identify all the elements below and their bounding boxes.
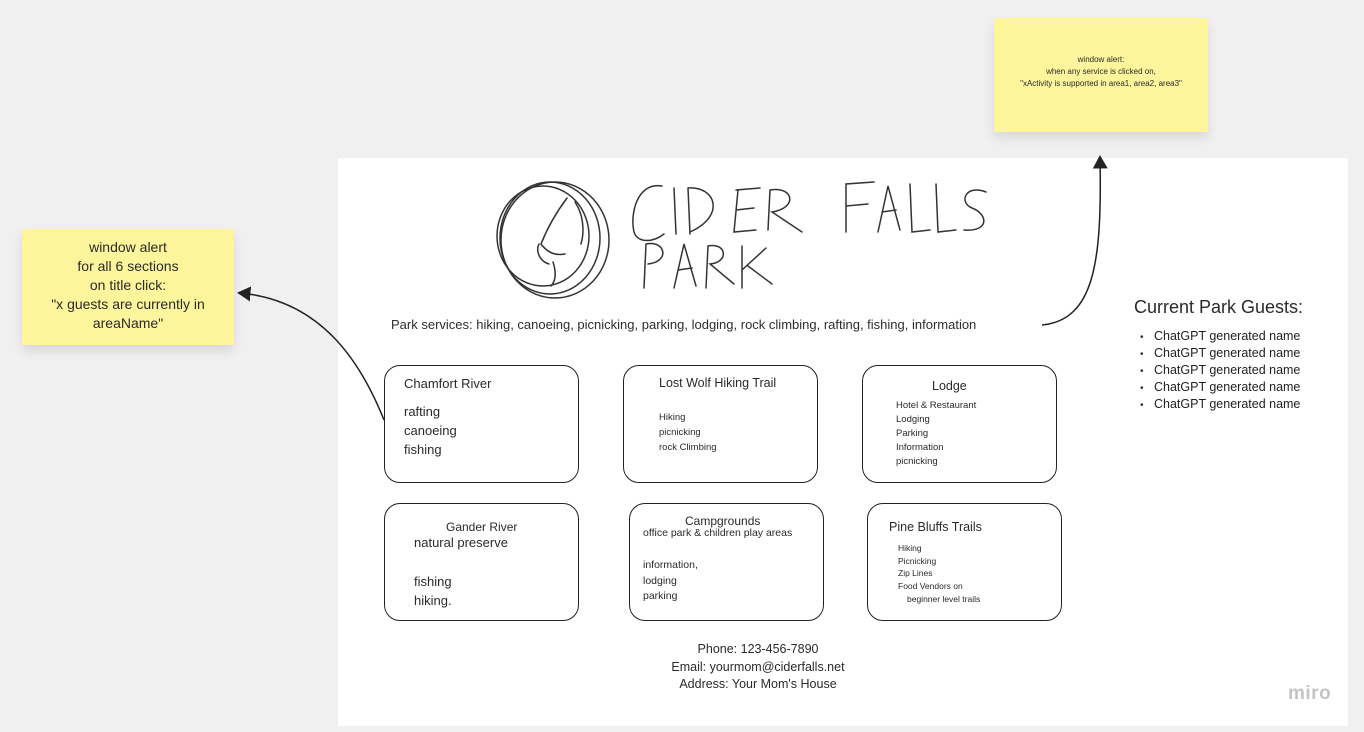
miro-watermark: miro	[1288, 683, 1332, 704]
guests-heading: Current Park Guests:	[1134, 297, 1304, 317]
guest-list: ChatGPT generated name ChatGPT generated…	[1140, 328, 1300, 413]
list-item: information,	[643, 559, 698, 571]
footer-phone: Phone: 123-456-7890	[697, 642, 819, 656]
section-activity-list: information, lodging parking	[643, 558, 698, 605]
list-item: picnicking	[659, 427, 701, 438]
section-subtitle: office park & children play areas	[643, 527, 793, 539]
list-item: picnicking	[896, 456, 938, 467]
list-item: fishing	[414, 574, 452, 589]
list-item: canoeing	[404, 423, 457, 438]
list-item: hiking.	[414, 593, 452, 608]
section-title[interactable]: Chamfort River	[404, 376, 491, 391]
section-subtitle: natural preserve	[414, 535, 508, 550]
section-card-gander-river[interactable]: Gander River natural preserve fishing hi…	[384, 503, 579, 621]
guest-list-item: ChatGPT generated name	[1140, 345, 1300, 362]
list-item: lodging	[643, 574, 677, 587]
section-activity-list: fishing hiking.	[414, 572, 452, 610]
sticky-note-text: window alert: when any service is clicke…	[1020, 55, 1182, 88]
footer-email: Email: yourmom@ciderfalls.net	[671, 660, 845, 674]
list-item: fishing	[404, 442, 442, 457]
section-title[interactable]: Lodge	[932, 379, 967, 393]
section-activity-list: Hotel & Restaurant Lodging Parking Infor…	[896, 399, 976, 469]
section-title[interactable]: Gander River	[446, 520, 517, 534]
section-card-pine-bluffs-trails[interactable]: Pine Bluffs Trails Hiking Picnicking Zip…	[867, 503, 1062, 621]
section-activity-list: Hiking Picnicking Zip Lines Food Vendors…	[898, 542, 980, 606]
section-title[interactable]: Campgrounds	[685, 514, 760, 528]
list-item: Hotel & Restaurant	[896, 400, 977, 411]
list-item: Lodging	[896, 414, 930, 425]
section-title[interactable]: Lost Wolf Hiking Trail	[659, 376, 776, 390]
list-item: rock Climbing	[659, 442, 717, 453]
guest-list-item: ChatGPT generated name	[1140, 396, 1300, 413]
list-item: Parking	[896, 428, 929, 439]
list-item: beginner level trails	[907, 593, 981, 604]
list-item: rafting	[404, 404, 441, 419]
guest-list-item: ChatGPT generated name	[1140, 379, 1300, 396]
section-activity-list: rafting canoeing fishing	[404, 402, 457, 459]
sticky-note-section-alert[interactable]: window alert for all 6 sections on title…	[22, 229, 234, 345]
park-services-line[interactable]: Park services: hiking, canoeing, picnick…	[391, 317, 976, 332]
section-card-lost-wolf-hiking-trail[interactable]: Lost Wolf Hiking Trail Hiking picnicking…	[623, 365, 818, 483]
list-item: Hiking	[659, 412, 686, 423]
section-card-campgrounds[interactable]: Campgrounds office park & children play …	[629, 503, 824, 621]
guest-list-item: ChatGPT generated name	[1140, 362, 1300, 379]
sticky-note-text: window alert for all 6 sections on title…	[51, 239, 205, 331]
section-activity-list: Hiking picnicking rock Climbing	[659, 410, 717, 455]
list-item: parking	[643, 590, 678, 602]
guest-list-item: ChatGPT generated name	[1140, 328, 1300, 345]
list-item: Zip Lines	[898, 568, 933, 579]
section-card-lodge[interactable]: Lodge Hotel & Restaurant Lodging Parking…	[862, 365, 1057, 483]
list-item: Hiking	[898, 543, 922, 553]
logo-wordmark	[632, 181, 987, 289]
list-item: Information	[896, 442, 944, 453]
footer-address: Address: Your Mom's House	[679, 677, 837, 691]
sticky-note-service-alert[interactable]: window alert: when any service is clicke…	[994, 18, 1208, 132]
list-item: Food Vendors on	[898, 581, 963, 592]
section-card-chamfort-river[interactable]: Chamfort River rafting canoeing fishing	[384, 365, 579, 483]
section-title[interactable]: Pine Bluffs Trails	[889, 520, 982, 534]
list-item: Picnicking	[898, 555, 937, 566]
